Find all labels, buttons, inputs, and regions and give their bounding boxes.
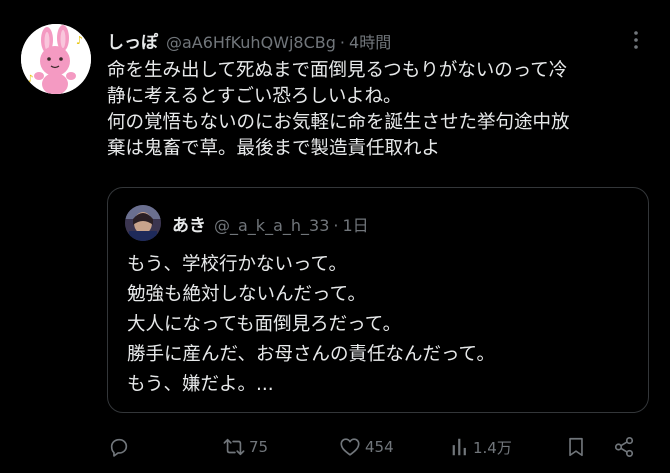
quoted-text-line: 大人になっても面倒見ろだって。 — [127, 314, 402, 335]
retweet-button[interactable]: 75 — [222, 430, 268, 464]
quoted-author-avatar[interactable] — [125, 205, 161, 241]
rabbit-avatar-illustration: ♪ ♪ — [21, 24, 91, 94]
like-button[interactable]: 454 — [338, 430, 394, 464]
tweet-text: 命を生み出して死ぬまで面倒見るつもりがないのって冷 静に考えるとすごい恐ろしいよ… — [107, 58, 647, 162]
share-icon — [614, 437, 634, 457]
bookmark-button[interactable] — [566, 430, 586, 464]
tweet-text-line: 静に考えるとすごい恐ろしいよね。 — [107, 86, 402, 107]
reply-icon — [110, 438, 128, 457]
share-button[interactable] — [613, 430, 635, 464]
tweet-text-line: 棄は鬼畜で草。最後まで製造責任取れよ — [107, 138, 441, 159]
quoted-text-line: もう、学校行かないって。 — [127, 254, 347, 275]
author-display-name[interactable]: しっぽ — [107, 28, 158, 53]
tweet-text-line: 何の覚悟もないのにお気軽に命を誕生させた挙句途中放 — [107, 112, 570, 133]
tweet-text-line: 命を生み出して死ぬまで面倒見るつもりがないのって冷 — [107, 60, 568, 81]
views-button[interactable]: 1.4万 — [450, 430, 512, 464]
reply-button[interactable] — [108, 430, 130, 464]
svg-text:♪: ♪ — [27, 74, 33, 85]
author-avatar[interactable]: ♪ ♪ — [21, 24, 91, 94]
quoted-text-line: 勉強も絶対しないんだって。 — [127, 284, 367, 305]
quoted-header-separator: · — [333, 216, 339, 235]
author-handle[interactable]: @aA6HfKuhQWj8CBg — [166, 33, 336, 52]
like-count: 454 — [365, 438, 394, 456]
tweet-timestamp[interactable]: 4時間 — [349, 29, 391, 53]
quoted-tweet-card[interactable]: あき @_a_k_a_h_33 · 1日 もう、学校行かないって。 勉強も絶対し… — [107, 187, 649, 413]
quoted-tweet-timestamp[interactable]: 1日 — [342, 212, 368, 236]
tweet-action-bar: 75 454 1.4万 — [0, 430, 670, 464]
quoted-tweet-header: あき @_a_k_a_h_33 · 1日 — [172, 211, 369, 236]
retweet-count: 75 — [249, 438, 269, 456]
quoted-author-handle[interactable]: @_a_k_a_h_33 — [214, 216, 329, 235]
more-vertical-icon — [634, 31, 638, 49]
quoted-text-line: 勝手に産んだ、お母さんの責任なんだって。 — [127, 344, 495, 365]
bookmark-icon — [569, 437, 583, 457]
quoted-author-display-name[interactable]: あき — [172, 211, 206, 236]
heart-icon — [340, 438, 360, 456]
view-count: 1.4万 — [473, 438, 512, 457]
quoted-tweet-text: もう、学校行かないって。 勉強も絶対しないんだって。 大人になっても面倒見ろだっ… — [127, 250, 495, 400]
quoted-text-line: もう、嫌だよ。... — [127, 374, 274, 395]
retweet-icon — [223, 438, 245, 456]
header-separator: · — [339, 33, 346, 52]
svg-text:♪: ♪ — [76, 34, 83, 47]
more-options-button[interactable] — [626, 28, 646, 52]
analytics-icon — [452, 438, 466, 456]
person-photo-avatar — [125, 205, 161, 241]
tweet-header: しっぽ @aA6HfKuhQWj8CBg · 4時間 — [107, 28, 391, 53]
